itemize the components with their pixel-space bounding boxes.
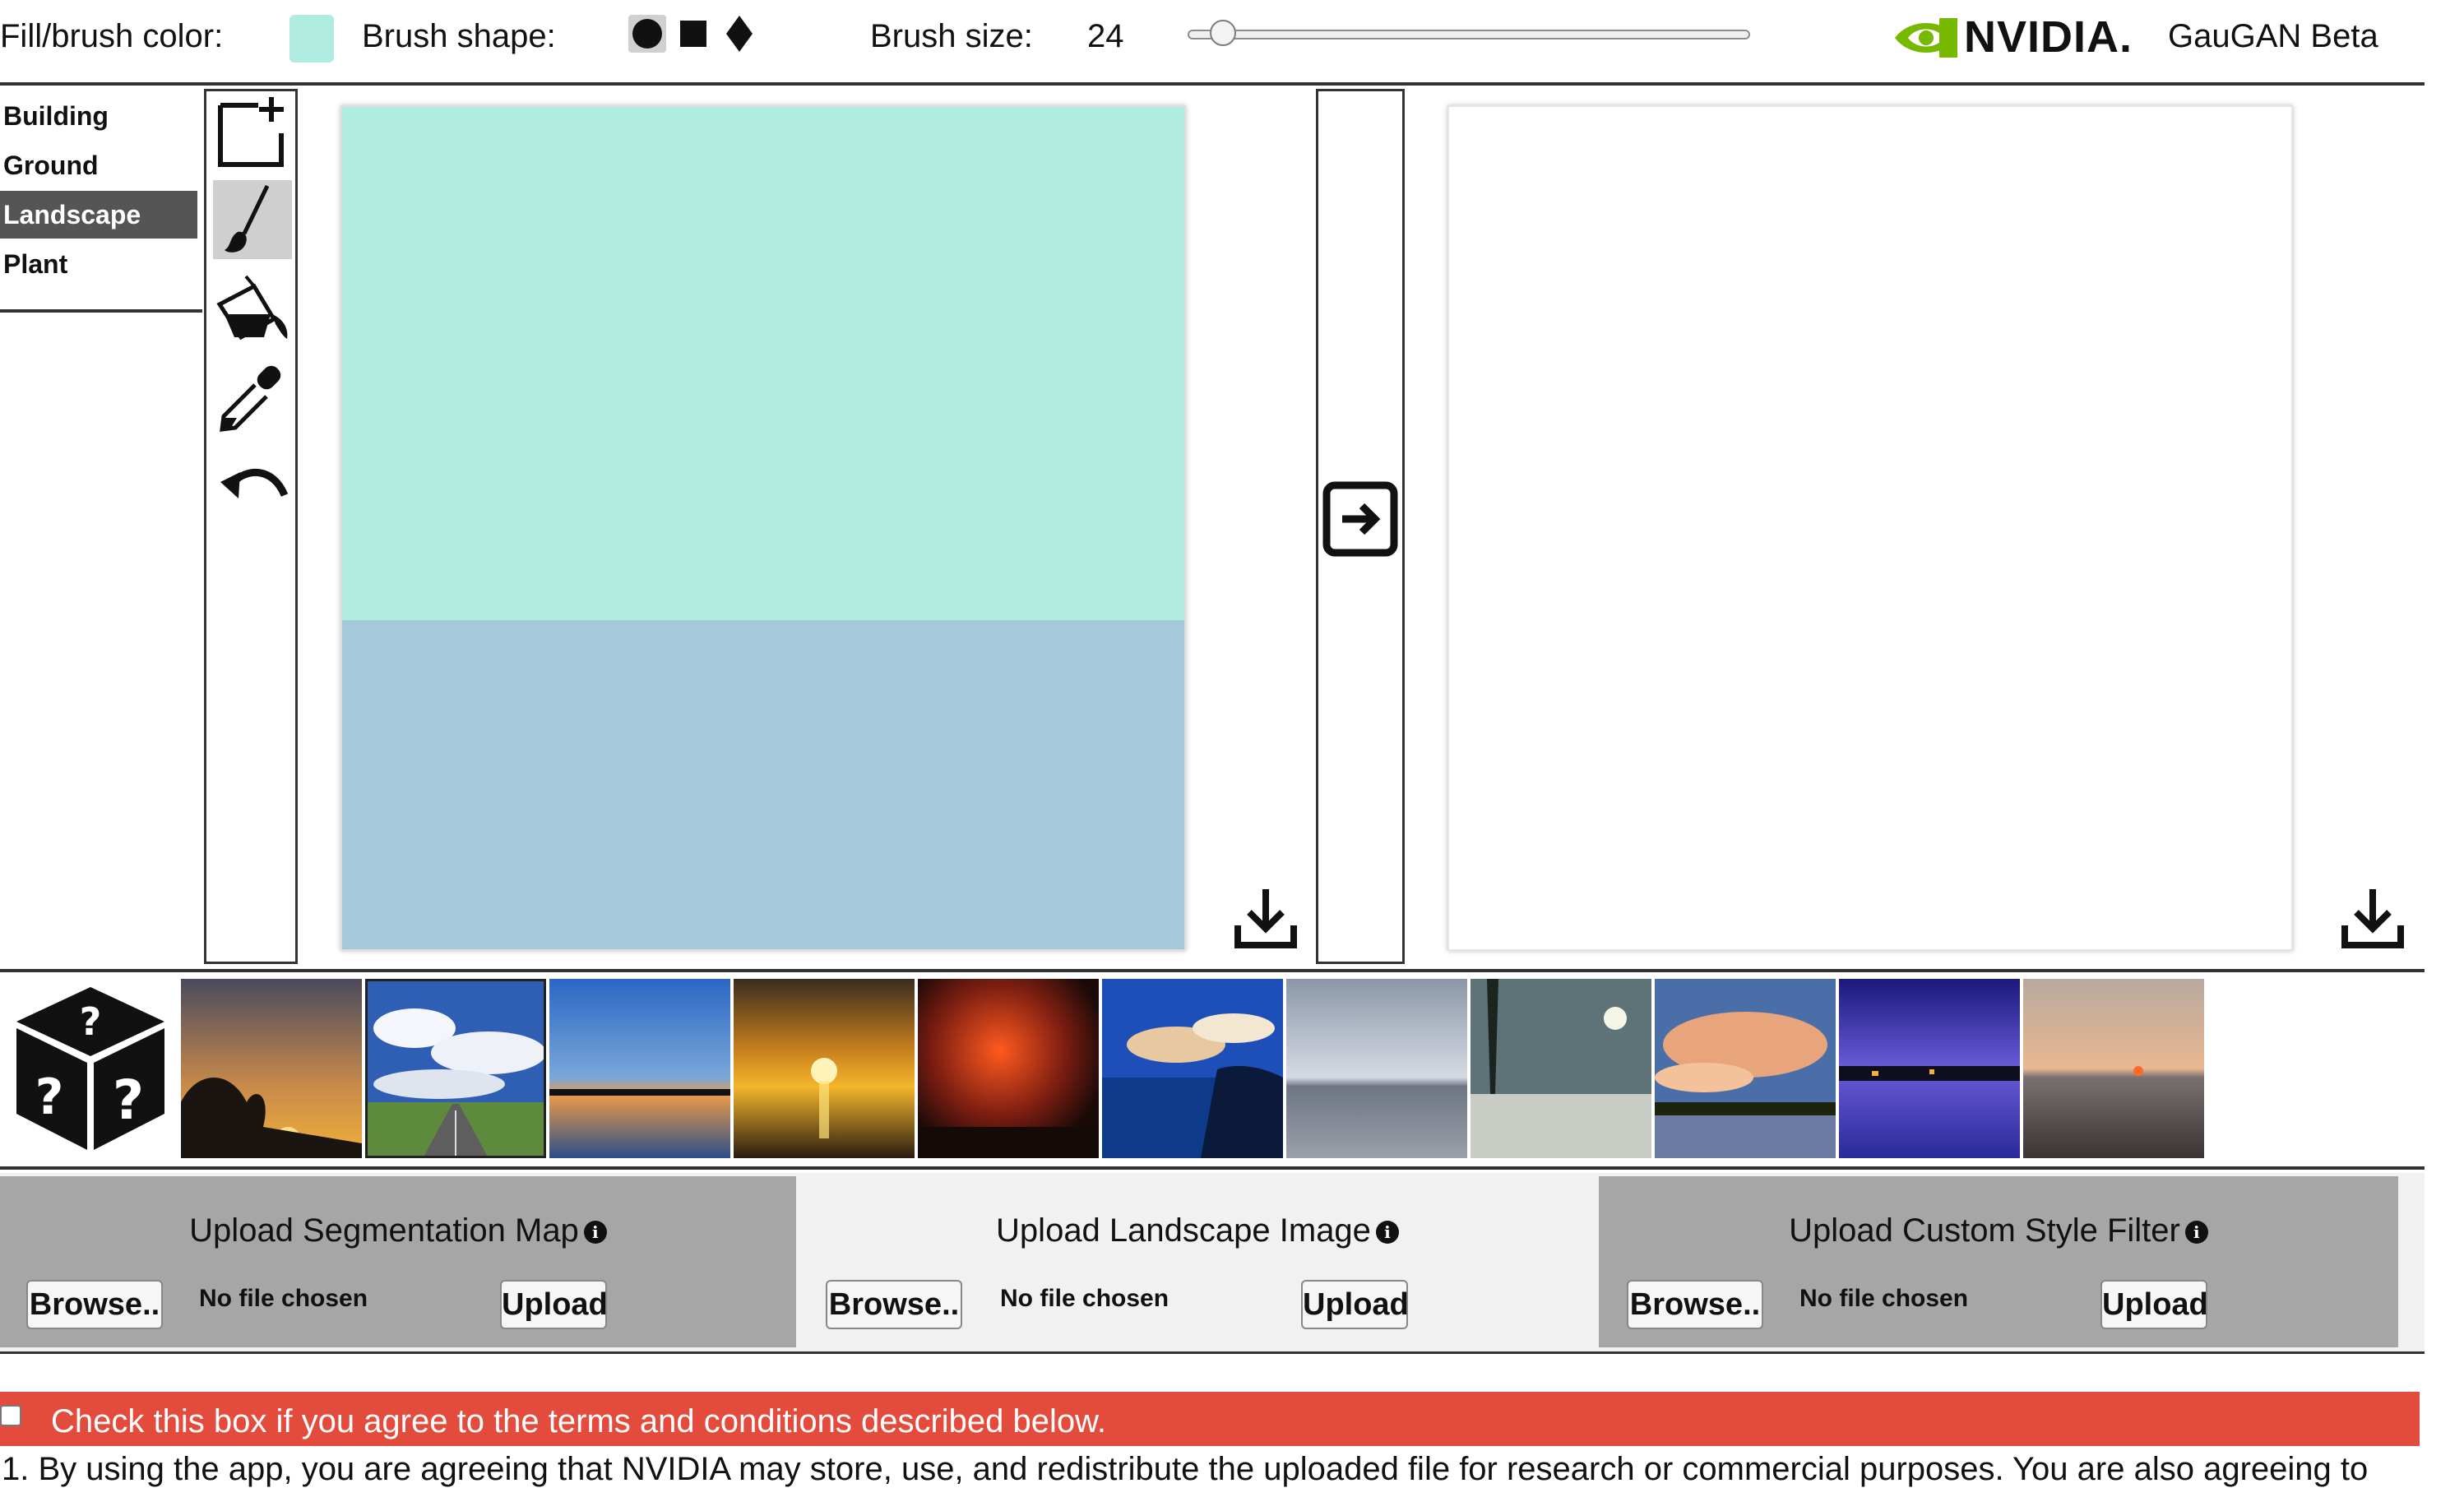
undo-button[interactable] xyxy=(213,447,292,526)
brush-size-slider[interactable] xyxy=(1188,30,1750,39)
style-thumbnail-8[interactable] xyxy=(1471,979,1651,1158)
brush-size-slider-thumb[interactable] xyxy=(1209,20,1236,46)
info-icon[interactable]: i xyxy=(1375,1221,1399,1245)
browse-landscape-button[interactable]: Browse.. xyxy=(826,1280,962,1329)
brush-shape-diamond-button[interactable] xyxy=(720,15,758,53)
upload-segmentation-title-text: Upload Segmentation Map xyxy=(189,1212,579,1249)
brush-size-value: 24 xyxy=(1087,18,1124,54)
brush-icon xyxy=(225,184,270,253)
label-item-landscape[interactable]: Landscape xyxy=(0,191,197,239)
segmentation-canvas[interactable] xyxy=(340,105,1186,951)
new-canvas-button[interactable] xyxy=(213,91,292,170)
style-thumbnail-image xyxy=(365,979,546,1158)
style-thumbnail-image xyxy=(1471,979,1651,1158)
style-thumbnail-5[interactable] xyxy=(918,979,1099,1158)
upload-segmentation-title: Upload Segmentation Map i xyxy=(0,1212,796,1249)
style-thumbnail-3[interactable] xyxy=(549,979,730,1158)
upload-style-button[interactable]: Upload xyxy=(2100,1280,2208,1329)
upload-landscape-panel: Upload Landscape Image i Browse.. No file… xyxy=(799,1176,1596,1347)
style-thumbnail-image xyxy=(1286,979,1467,1158)
segmentation-file-status: No file chosen xyxy=(199,1285,368,1312)
label-item-building[interactable]: Building xyxy=(0,92,197,140)
generate-column xyxy=(1316,89,1405,964)
nvidia-logo-text: NVIDIA. xyxy=(1964,12,2133,62)
style-thumbnail-1[interactable] xyxy=(181,979,362,1158)
style-thumbnail-image xyxy=(1102,979,1283,1158)
agree-terms-label: Check this box if you agree to the terms… xyxy=(51,1403,1106,1439)
landscape-file-status: No file chosen xyxy=(1000,1285,1169,1312)
upload-style-panel: Upload Custom Style Filter i Browse.. No … xyxy=(1599,1176,2398,1347)
style-thumbnail-image xyxy=(549,979,730,1158)
app-title: GauGAN Beta xyxy=(2168,18,2378,54)
fill-color-swatch[interactable] xyxy=(289,15,334,63)
style-thumbnail-10[interactable] xyxy=(1839,979,2020,1158)
upload-landscape-title-text: Upload Landscape Image xyxy=(996,1212,1371,1249)
style-thumbnail-image xyxy=(734,979,915,1158)
svg-text:?: ? xyxy=(35,1068,64,1126)
brush-size-label: Brush size: xyxy=(870,18,1033,54)
upload-style-title: Upload Custom Style Filter i xyxy=(1599,1212,2398,1249)
style-thumbnail-4[interactable] xyxy=(734,979,915,1158)
generate-button[interactable] xyxy=(1322,481,1398,557)
canvas-sky-region[interactable] xyxy=(342,107,1184,620)
output-image xyxy=(1447,105,2293,951)
random-style-dice-icon[interactable]: ? ? ? xyxy=(8,980,173,1157)
download-icon xyxy=(1234,889,1297,948)
upload-landscape-title: Upload Landscape Image i xyxy=(799,1212,1596,1249)
paint-bucket-button[interactable] xyxy=(213,269,292,348)
agree-terms-checkbox[interactable] xyxy=(0,1405,21,1426)
upload-landscape-button[interactable]: Upload xyxy=(1301,1280,1409,1329)
upload-segmentation-panel: Upload Segmentation Map i Browse.. No fil… xyxy=(0,1176,796,1347)
tool-column xyxy=(204,89,298,964)
info-icon[interactable]: i xyxy=(583,1221,607,1245)
svg-text:?: ? xyxy=(80,999,102,1044)
nvidia-eye-logo-icon xyxy=(1895,18,1957,58)
browse-style-button[interactable]: Browse.. xyxy=(1627,1280,1763,1329)
svg-text:?: ? xyxy=(113,1068,144,1132)
style-thumbnail-2[interactable] xyxy=(365,979,546,1158)
label-item-plant[interactable]: Plant xyxy=(0,240,197,288)
undo-icon xyxy=(220,468,289,498)
style-file-status: No file chosen xyxy=(1799,1285,1969,1312)
style-thumbnail-11[interactable] xyxy=(2023,979,2204,1158)
style-thumbnail-image xyxy=(181,979,362,1158)
eyedropper-icon xyxy=(220,365,281,432)
download-segmentation-button[interactable] xyxy=(1229,880,1303,954)
brush-shape-square-button[interactable] xyxy=(674,15,712,53)
browse-segmentation-button[interactable]: Browse.. xyxy=(26,1280,163,1329)
canvas-ground-region[interactable] xyxy=(342,620,1184,949)
new-canvas-icon xyxy=(218,97,284,167)
brush-shape-label: Brush shape: xyxy=(362,18,556,54)
style-thumbnail-7[interactable] xyxy=(1286,979,1467,1158)
paint-bucket-icon xyxy=(216,275,288,341)
arrow-right-box-icon xyxy=(1322,481,1398,557)
upload-style-title-text: Upload Custom Style Filter xyxy=(1789,1212,2180,1249)
brush-shape-circle-button[interactable] xyxy=(628,15,666,53)
style-thumbnail-6[interactable] xyxy=(1102,979,1283,1158)
style-thumbnail-image xyxy=(918,979,1099,1158)
style-thumbnail-image xyxy=(1655,979,1836,1158)
circle-shape-icon xyxy=(632,19,662,49)
label-item-ground[interactable]: Ground xyxy=(0,141,197,189)
info-icon[interactable]: i xyxy=(2184,1221,2208,1245)
brush-tool-button[interactable] xyxy=(213,180,292,259)
download-output-button[interactable] xyxy=(2336,880,2410,954)
style-thumbnail-image xyxy=(1839,979,2020,1158)
upload-segmentation-button[interactable]: Upload xyxy=(500,1280,608,1329)
style-thumbnail-9[interactable] xyxy=(1655,979,1836,1158)
diamond-shape-icon xyxy=(726,16,753,52)
style-thumbnail-image xyxy=(2023,979,2204,1158)
terms-text: 1. By using the app, you are agreeing th… xyxy=(2,1451,2369,1487)
eyedropper-button[interactable] xyxy=(213,358,292,437)
download-icon xyxy=(2341,889,2404,948)
label-list: Building Ground Landscape Plant xyxy=(0,89,202,313)
square-shape-icon xyxy=(680,21,706,47)
fill-color-label: Fill/brush color: xyxy=(0,18,224,54)
